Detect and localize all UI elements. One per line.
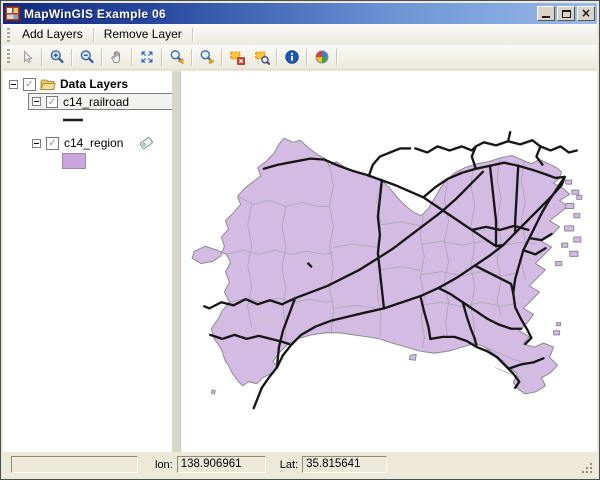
zoom-to-selection-button[interactable] bbox=[249, 47, 274, 68]
status-panel-empty bbox=[11, 456, 138, 473]
region-layer bbox=[191, 137, 583, 395]
toolbar-separator bbox=[221, 48, 222, 66]
toolbar-separator bbox=[101, 48, 102, 66]
collapse-toggle[interactable] bbox=[9, 79, 18, 89]
zoom-in-icon bbox=[50, 50, 64, 64]
collapse-toggle[interactable] bbox=[32, 138, 41, 148]
layer-checkbox[interactable]: ✓ bbox=[46, 95, 58, 108]
menu-separator bbox=[92, 27, 94, 42]
tool-strip bbox=[3, 45, 597, 70]
collapse-toggle[interactable] bbox=[32, 97, 41, 106]
toolbar-separator bbox=[306, 48, 307, 66]
clear-selection-button[interactable] bbox=[224, 47, 249, 68]
pan-hand-icon bbox=[110, 51, 120, 64]
tree-node-region: ✓ c14_region bbox=[32, 135, 172, 151]
close-icon: × bbox=[580, 6, 592, 20]
maximize-icon bbox=[561, 9, 571, 18]
menu-grip-handle[interactable] bbox=[7, 27, 10, 42]
close-button[interactable]: × bbox=[577, 6, 595, 21]
tag-icon bbox=[140, 137, 154, 150]
region-legend-swatch bbox=[62, 153, 86, 169]
identify-button[interactable] bbox=[279, 47, 304, 68]
status-bar: lon: 138.906961 Lat: 35.815641 bbox=[3, 452, 597, 477]
pointer-icon bbox=[23, 50, 33, 64]
zoom-next-icon bbox=[200, 50, 215, 65]
symbology-color-wheel-icon bbox=[315, 50, 328, 64]
zoom-previous-icon bbox=[170, 50, 183, 65]
toolbar-separator bbox=[161, 48, 162, 66]
menu-separator bbox=[191, 27, 193, 42]
title-bar: MapWinGIS Example 06 × bbox=[3, 3, 597, 24]
toolbar-separator bbox=[191, 48, 192, 66]
app-icon bbox=[5, 6, 20, 21]
minimize-button[interactable] bbox=[537, 6, 555, 21]
identify-icon bbox=[284, 50, 299, 64]
maximize-button[interactable] bbox=[557, 6, 575, 21]
layers-panel: ✓ Data Layers ✓ c14_railroad ✓ c14_regio… bbox=[3, 71, 172, 452]
zoom-previous-button[interactable] bbox=[164, 47, 189, 68]
clear-selection-icon bbox=[229, 51, 245, 65]
menu-item-add-layers[interactable]: Add Layers bbox=[14, 25, 91, 44]
toolbar-separator bbox=[41, 48, 42, 66]
minimize-icon bbox=[542, 16, 550, 18]
toolbar-separator bbox=[71, 48, 72, 66]
layer-label-region[interactable]: c14_region bbox=[64, 136, 123, 150]
zoom-full-extent-icon bbox=[141, 51, 152, 63]
lat-label: Lat: bbox=[279, 458, 299, 471]
map-canvas[interactable] bbox=[181, 71, 597, 452]
layer-checkbox[interactable]: ✓ bbox=[46, 136, 59, 150]
layer-label-railroad[interactable]: c14_railroad bbox=[63, 95, 129, 109]
window-title: MapWinGIS Example 06 bbox=[24, 6, 166, 21]
zoom-full-extent-button[interactable] bbox=[134, 47, 159, 68]
toolbar-grip-handle[interactable] bbox=[7, 49, 10, 65]
tree-root-label[interactable]: Data Layers bbox=[60, 77, 128, 91]
pan-button[interactable] bbox=[104, 47, 129, 68]
pointer-button[interactable] bbox=[14, 47, 39, 68]
panel-splitter[interactable] bbox=[172, 71, 180, 452]
lon-label: lon: bbox=[155, 458, 173, 471]
tree-node-railroad-selected[interactable]: ✓ c14_railroad bbox=[28, 93, 172, 110]
zoom-in-button[interactable] bbox=[44, 47, 69, 68]
toolbar-separator bbox=[336, 48, 337, 66]
toolbar-separator bbox=[276, 48, 277, 66]
folder-icon bbox=[40, 79, 56, 90]
app-window: MapWinGIS Example 06 × Add Layers Remove… bbox=[0, 0, 600, 480]
symbology-button[interactable] bbox=[309, 47, 334, 68]
zoom-out-button[interactable] bbox=[74, 47, 99, 68]
lat-value-box: 35.815641 bbox=[302, 456, 388, 473]
lon-value-box: 138.906961 bbox=[176, 456, 266, 473]
menu-strip: Add Layers Remove Layer bbox=[3, 24, 597, 45]
tree-node-data-layers: ✓ Data Layers bbox=[9, 76, 172, 92]
zoom-to-selection-icon bbox=[254, 51, 270, 65]
zoom-next-button[interactable] bbox=[194, 47, 219, 68]
toolbar-separator bbox=[131, 48, 132, 66]
map-panel bbox=[180, 71, 597, 452]
layer-checkbox[interactable]: ✓ bbox=[23, 77, 36, 91]
menu-item-remove-layer[interactable]: Remove Layer bbox=[96, 25, 190, 44]
resize-grip[interactable] bbox=[581, 462, 594, 475]
content-area: ✓ Data Layers ✓ c14_railroad ✓ c14_regio… bbox=[3, 71, 597, 452]
railroad-legend-swatch bbox=[63, 118, 83, 122]
zoom-out-icon bbox=[80, 50, 94, 64]
